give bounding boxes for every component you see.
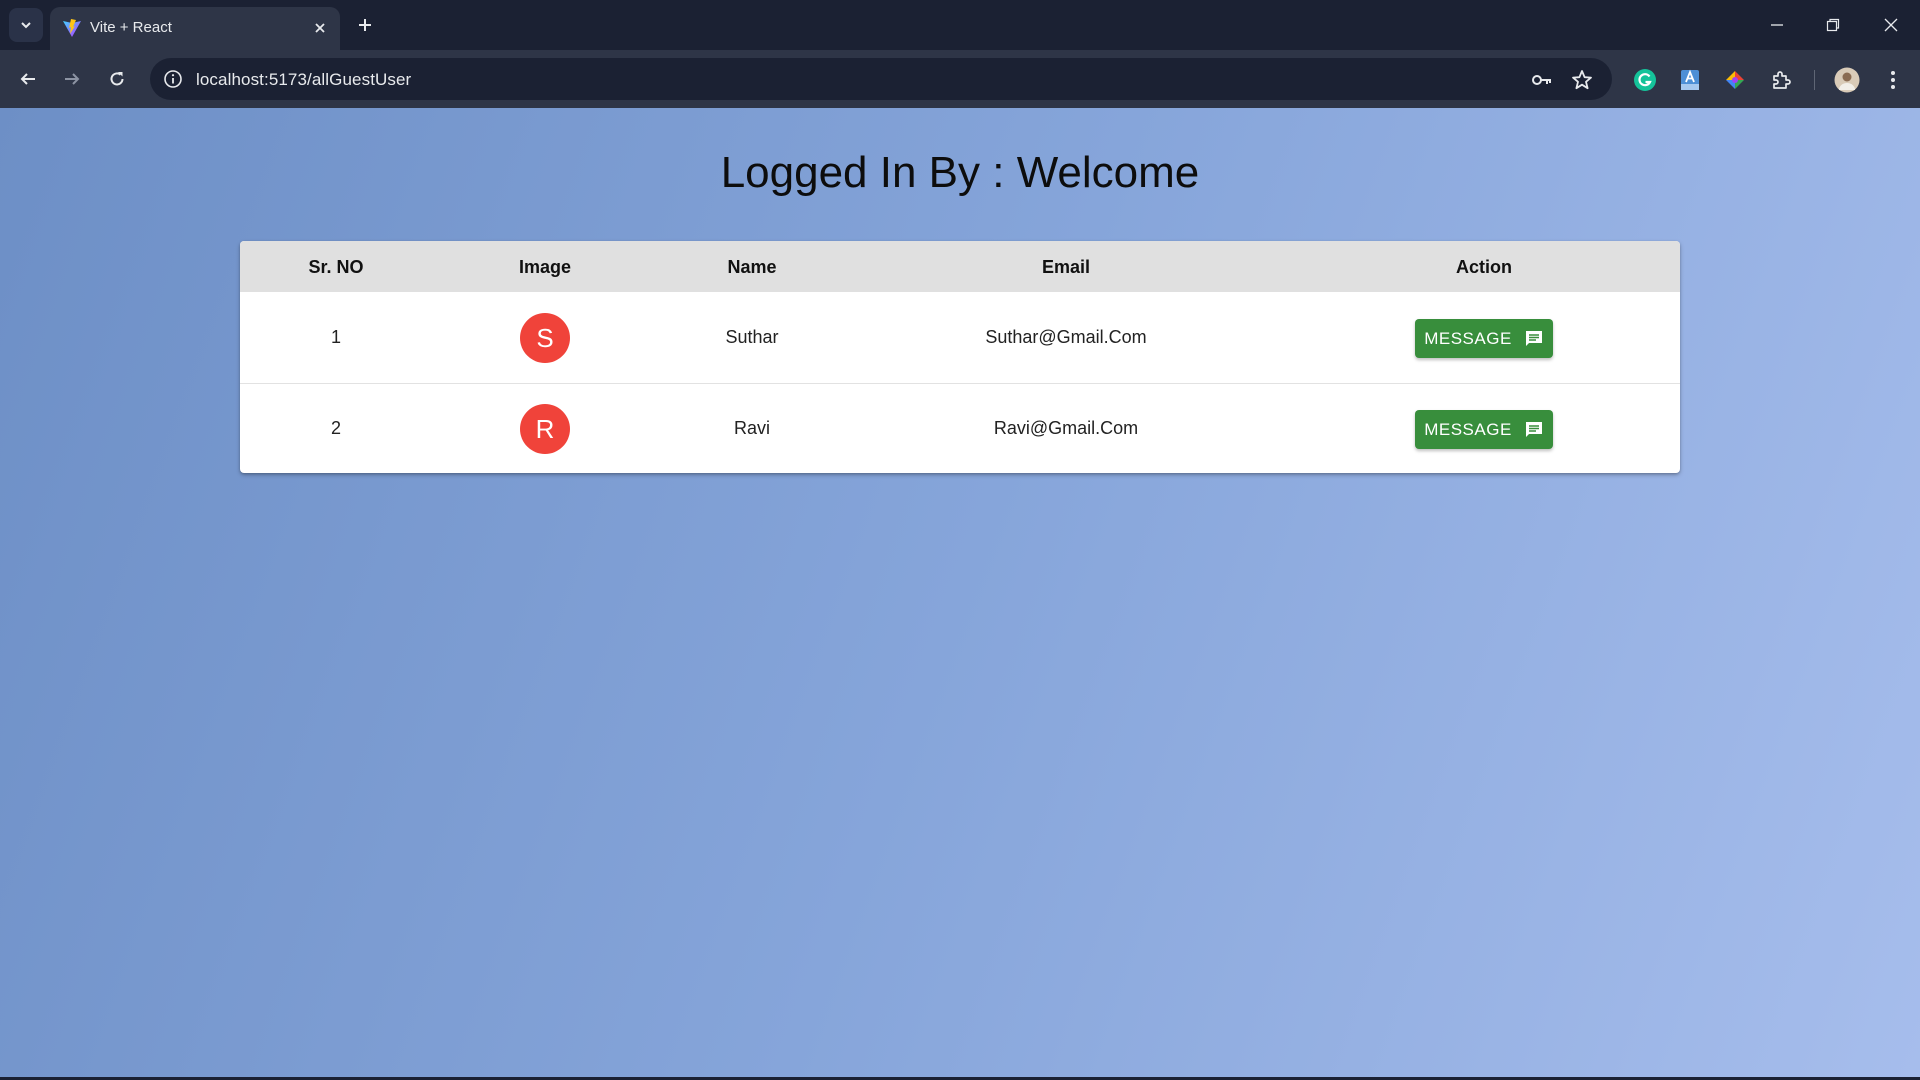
menu-button[interactable] [1880, 67, 1906, 93]
message-button[interactable]: MESSAGE [1415, 410, 1553, 449]
avatar-icon [1834, 67, 1860, 93]
chat-icon [1525, 330, 1542, 346]
header-sr-no: Sr. NO [308, 257, 364, 277]
minimize-icon [1771, 24, 1783, 26]
name-cell: Ravi [733, 418, 771, 438]
avatar: S [520, 313, 570, 363]
message-button[interactable]: MESSAGE [1415, 319, 1553, 358]
header-email: Email [1041, 257, 1091, 277]
extensions-button[interactable] [1768, 67, 1794, 93]
puzzle-icon [1773, 71, 1791, 89]
arrow-right-icon [65, 73, 80, 85]
guest-users-table: Sr. NO Image Name Email Action 1 S Sutha… [240, 241, 1680, 473]
tab-strip: Vite + React [0, 0, 1920, 50]
back-button[interactable] [12, 63, 44, 95]
message-button-label: MESSAGE [1424, 419, 1512, 439]
password-manager-button[interactable] [1530, 68, 1554, 92]
chat-icon [1525, 421, 1542, 437]
name-cell: Suthar [725, 327, 779, 347]
sr-no-cell: 1 [330, 327, 342, 347]
minimize-button[interactable] [1762, 10, 1792, 40]
arrow-left-icon [20, 73, 35, 85]
site-info-button[interactable] [162, 68, 184, 90]
close-icon [1884, 18, 1898, 32]
close-icon [315, 23, 325, 33]
plus-icon [359, 19, 371, 31]
bookmark-button[interactable] [1570, 68, 1594, 92]
close-window-button[interactable] [1876, 10, 1906, 40]
active-tab[interactable]: Vite + React [50, 7, 340, 50]
header-action: Action [1456, 257, 1512, 277]
table-row: 2 R Ravi Ravi@Gmail.Com MESSAGE [240, 383, 1680, 473]
translate-icon [1681, 69, 1699, 90]
kebab-menu-icon [1891, 71, 1895, 89]
forward-button[interactable] [56, 63, 88, 95]
vite-logo-icon [63, 19, 81, 37]
reload-icon [110, 72, 124, 86]
page-title: Logged In By : Welcome [720, 148, 1200, 197]
avatar: R [520, 404, 570, 454]
reload-button[interactable] [101, 63, 133, 95]
header-name: Name [727, 257, 777, 277]
color-extension[interactable] [1722, 67, 1748, 93]
email-cell: Ravi@Gmail.Com [993, 418, 1139, 438]
table-header: Sr. NO Image Name Email Action [240, 241, 1680, 292]
url-text[interactable]: localhost:5173/allGuestUser [196, 70, 411, 90]
tab-title: Vite + React [90, 19, 172, 36]
toolbar-separator [1814, 70, 1815, 90]
grammarly-icon [1634, 69, 1656, 91]
restore-button[interactable] [1818, 10, 1848, 40]
tab-close-button[interactable] [310, 18, 330, 38]
star-icon [1572, 70, 1592, 90]
header-image: Image [518, 257, 572, 277]
profile-button[interactable] [1834, 67, 1860, 93]
chevron-down-icon [21, 22, 31, 29]
email-cell: Suthar@Gmail.Com [985, 327, 1147, 347]
restore-icon [1826, 18, 1840, 32]
info-icon [164, 70, 182, 88]
sr-no-cell: 2 [330, 418, 342, 438]
page-viewport: Logged In By : Welcome Sr. NO Image Name… [0, 108, 1920, 1077]
table-row: 1 S Suthar Suthar@Gmail.Com MESSAGE [240, 292, 1680, 383]
new-tab-button[interactable] [352, 12, 378, 38]
address-bar[interactable]: localhost:5173/allGuestUser [150, 58, 1612, 100]
grammarly-extension[interactable] [1632, 67, 1658, 93]
browser-toolbar: localhost:5173/allGuestUser [0, 50, 1920, 108]
message-button-label: MESSAGE [1424, 328, 1512, 348]
key-icon [1532, 75, 1551, 85]
tab-search-button[interactable] [9, 8, 43, 42]
text-extension[interactable] [1677, 67, 1703, 93]
color-picker-icon [1726, 71, 1744, 89]
